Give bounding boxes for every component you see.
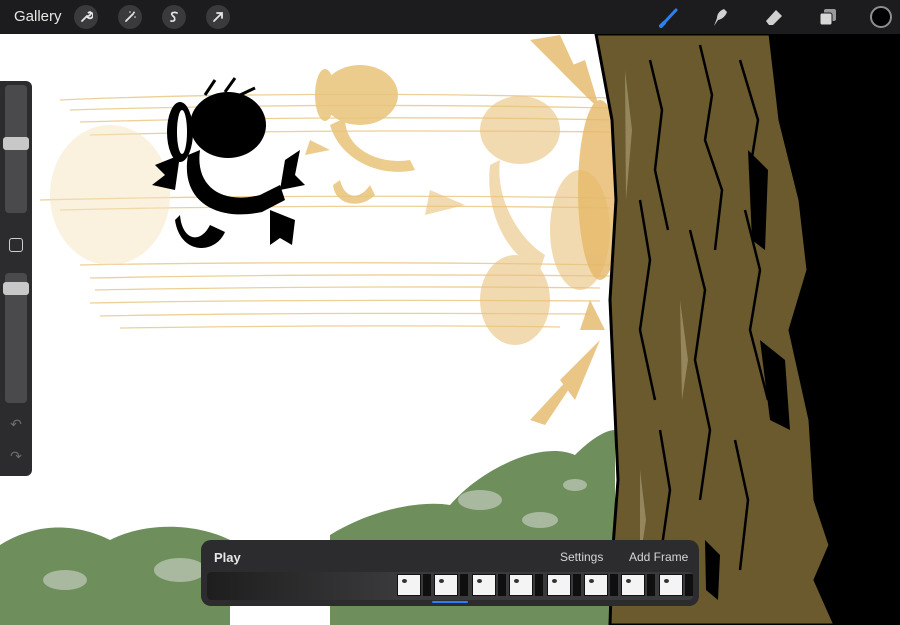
transform-arrow-icon[interactable] — [206, 5, 230, 29]
selection-s-icon[interactable] — [162, 5, 186, 29]
animation-frame[interactable] — [547, 574, 581, 596]
frame-separator — [423, 574, 431, 596]
animation-assist-panel: Play Settings Add Frame — [201, 540, 699, 606]
frame-timeline[interactable] — [207, 572, 693, 600]
frame-thumbnail-mark — [664, 579, 669, 583]
settings-button[interactable]: Settings — [560, 550, 603, 564]
active-frame-indicator — [432, 601, 468, 603]
undo-icon[interactable]: ↶ — [8, 417, 24, 433]
top-toolbar: Gallery — [0, 0, 900, 34]
brush-icon[interactable] — [657, 6, 681, 28]
smudge-icon[interactable] — [708, 6, 732, 28]
artwork — [0, 32, 900, 625]
add-frame-button[interactable]: Add Frame — [629, 550, 688, 564]
animation-frame[interactable] — [397, 574, 431, 596]
animation-frame[interactable] — [621, 574, 655, 596]
frame-thumbnail-mark — [439, 579, 444, 583]
redo-icon[interactable]: ↷ — [8, 449, 24, 465]
drawing-canvas[interactable] — [0, 0, 900, 625]
frame-separator — [610, 574, 618, 596]
animation-frame[interactable] — [472, 574, 506, 596]
timeline-fade — [207, 572, 397, 600]
frame-separator — [647, 574, 655, 596]
animation-frame[interactable] — [659, 574, 693, 596]
frame-separator — [535, 574, 543, 596]
brush-size-thumb[interactable] — [3, 137, 29, 150]
opacity-thumb[interactable] — [3, 282, 29, 295]
frame-thumbnail-mark — [402, 579, 407, 583]
gallery-button[interactable]: Gallery — [14, 8, 62, 25]
frame-separator — [460, 574, 468, 596]
layers-icon[interactable] — [816, 6, 840, 28]
left-sidebar: ↶ ↷ — [0, 81, 32, 476]
color-picker-swatch[interactable] — [870, 6, 892, 28]
brush-size-slider[interactable] — [3, 85, 29, 213]
animation-frame[interactable] — [434, 574, 468, 596]
modify-button[interactable] — [9, 238, 23, 252]
frame-thumbnail-mark — [514, 579, 519, 583]
play-button[interactable]: Play — [214, 550, 241, 565]
frame-separator — [498, 574, 506, 596]
frame-separator — [573, 574, 581, 596]
animation-frame[interactable] — [584, 574, 618, 596]
animation-frame[interactable] — [509, 574, 543, 596]
actions-wrench-icon[interactable] — [74, 5, 98, 29]
frame-separator — [685, 574, 693, 596]
frame-thumbnail-mark — [626, 579, 631, 583]
frame-thumbnail-mark — [477, 579, 482, 583]
eraser-icon[interactable] — [762, 6, 786, 28]
frame-thumbnail-mark — [589, 579, 594, 583]
opacity-slider[interactable] — [3, 273, 29, 403]
frame-thumbnail-mark — [552, 579, 557, 583]
adjustments-wand-icon[interactable] — [118, 5, 142, 29]
